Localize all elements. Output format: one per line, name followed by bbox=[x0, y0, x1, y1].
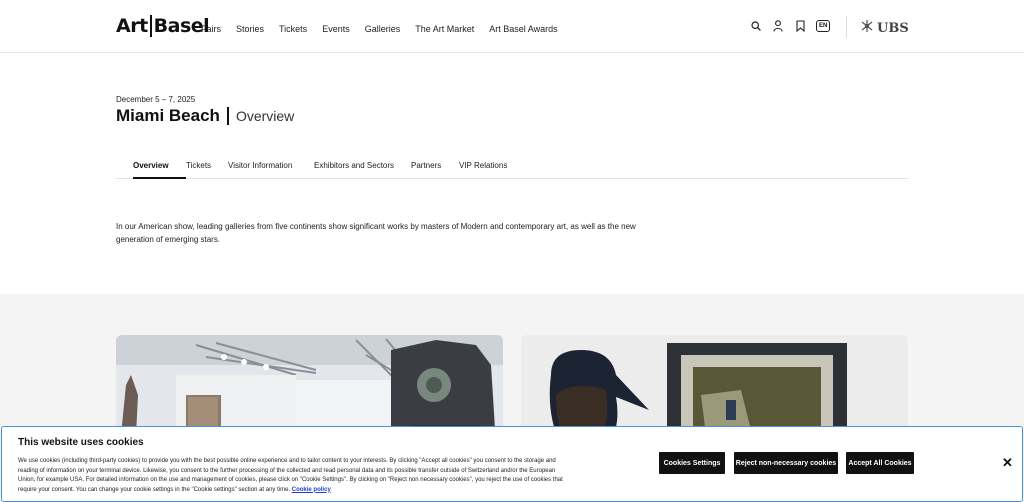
nav-item-events[interactable]: Events bbox=[322, 24, 350, 34]
tab-overview[interactable]: Overview bbox=[133, 161, 169, 170]
tab-visitor-information[interactable]: Visitor Information bbox=[228, 161, 292, 170]
art-basel-logo[interactable]: Art Basel bbox=[116, 15, 210, 37]
search-icon[interactable] bbox=[750, 20, 762, 32]
logo-art: Art bbox=[116, 15, 148, 37]
main-nav: Fairs Stories Tickets Events Galleries T… bbox=[201, 24, 573, 34]
cookie-title: This website uses cookies bbox=[18, 437, 144, 448]
intro-text: In our American show, leading galleries … bbox=[116, 222, 636, 244]
close-icon[interactable]: ✕ bbox=[1002, 455, 1013, 471]
page-title-row: Miami Beach Overview bbox=[116, 106, 294, 126]
nav-item-stories[interactable]: Stories bbox=[236, 24, 264, 34]
accept-cookies-button[interactable]: Accept All Cookies bbox=[846, 452, 914, 474]
header-actions: EN bbox=[750, 20, 831, 32]
nav-item-art-market[interactable]: The Art Market bbox=[415, 24, 474, 34]
ubs-keys-icon bbox=[860, 19, 874, 37]
active-tab-indicator bbox=[133, 177, 186, 179]
tab-tickets[interactable]: Tickets bbox=[186, 161, 211, 170]
tab-exhibitors-sectors[interactable]: Exhibitors and Sectors bbox=[314, 161, 394, 170]
logo-divider bbox=[149, 15, 152, 37]
cookie-text: We use cookies (including third-party co… bbox=[18, 457, 568, 495]
nav-item-galleries[interactable]: Galleries bbox=[365, 24, 401, 34]
cookie-settings-button[interactable]: Cookies Settings bbox=[659, 452, 725, 474]
bookmark-icon[interactable] bbox=[794, 20, 806, 32]
nav-item-awards[interactable]: Art Basel Awards bbox=[489, 24, 557, 34]
section-tabs: Overview Tickets Visitor Information Exh… bbox=[116, 153, 908, 179]
user-icon[interactable] bbox=[772, 20, 784, 32]
ubs-logo[interactable]: UBS bbox=[860, 19, 909, 37]
site-header: Art Basel Fairs Stories Tickets Events G… bbox=[0, 0, 1024, 53]
tab-vip-relations[interactable]: VIP Relations bbox=[459, 161, 507, 170]
header-divider bbox=[846, 16, 847, 38]
nav-item-tickets[interactable]: Tickets bbox=[279, 24, 307, 34]
page-subtitle: Overview bbox=[235, 108, 295, 124]
ubs-wordmark: UBS bbox=[877, 20, 909, 36]
cookie-banner: This website uses cookies We use cookies… bbox=[1, 426, 1023, 502]
cookie-body: We use cookies (including third-party co… bbox=[18, 458, 563, 493]
event-date: December 5 – 7, 2025 bbox=[116, 95, 196, 104]
tab-partners[interactable]: Partners bbox=[411, 161, 441, 170]
language-switcher[interactable]: EN bbox=[816, 20, 831, 32]
cookie-policy-link[interactable]: Cookie policy bbox=[292, 487, 331, 493]
page-title: Miami Beach bbox=[116, 106, 220, 125]
title-divider bbox=[226, 107, 229, 125]
nav-item-fairs[interactable]: Fairs bbox=[201, 24, 221, 34]
reject-cookies-button[interactable]: Reject non-necessary cookies bbox=[734, 452, 838, 474]
